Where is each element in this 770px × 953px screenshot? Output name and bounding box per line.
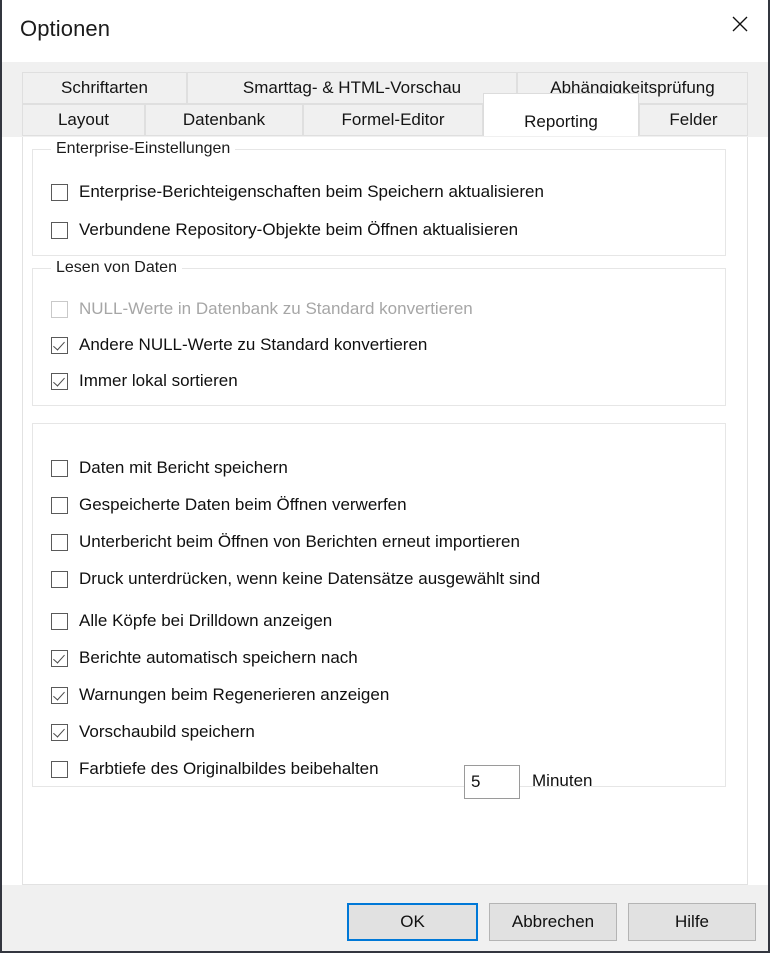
- group-allgemeine-optionen: Daten mit Bericht speichern Gespeicherte…: [32, 423, 726, 787]
- checkbox-label-verbundene-repository-objekte: Verbundene Repository-Objekte beim Öffne…: [79, 220, 519, 239]
- group-legend-enterprise: Enterprise-Einstellungen: [51, 140, 236, 158]
- checkbox-row-gespeicherte-daten-verwerfen[interactable]: Gespeicherte Daten beim Öffnen verwerfen: [51, 493, 407, 517]
- checkbox-label-vorschaubild-speichern: Vorschaubild speichern: [79, 722, 255, 741]
- checkbox-vorschaubild-speichern[interactable]: [51, 723, 68, 741]
- checkbox-row-andere-null-werte[interactable]: Andere NULL-Werte zu Standard konvertier…: [51, 333, 427, 357]
- tab-formel-editor[interactable]: Formel-Editor: [303, 104, 483, 136]
- checkbox-row-immer-lokal-sortieren[interactable]: Immer lokal sortieren: [51, 369, 238, 393]
- checkbox-row-unterbericht-erneut-importieren[interactable]: Unterbericht beim Öffnen von Berichten e…: [51, 530, 520, 554]
- group-enterprise-einstellungen: Enterprise-Einstellungen Enterprise-Beri…: [32, 140, 726, 256]
- checkbox-null-werte-datenbank: [51, 300, 68, 318]
- cancel-button[interactable]: Abbrechen: [489, 903, 617, 941]
- checkbox-row-enterprise-berichteigenschaften[interactable]: Enterprise-Berichteigenschaften beim Spe…: [51, 180, 544, 204]
- tab-row-top: Schriftarten Smarttag- & HTML-Vorschau A…: [2, 72, 768, 104]
- checkbox-unterbericht-erneut-importieren[interactable]: [51, 533, 68, 551]
- tab-schriftarten[interactable]: Schriftarten: [22, 72, 187, 104]
- checkbox-enterprise-berichteigenschaften[interactable]: [51, 183, 68, 201]
- checkbox-row-null-werte-datenbank: NULL-Werte in Datenbank zu Standard konv…: [51, 297, 473, 321]
- checkbox-druck-unterdruecken[interactable]: [51, 570, 68, 588]
- tab-reporting[interactable]: Reporting: [483, 93, 639, 136]
- checkbox-row-farbtiefe-beibehalten[interactable]: Farbtiefe des Originalbildes beibehalten: [51, 757, 379, 781]
- checkbox-andere-null-werte[interactable]: [51, 336, 68, 354]
- checkbox-label-alle-koepfe-drilldown: Alle Köpfe bei Drilldown anzeigen: [79, 611, 333, 630]
- checkbox-row-berichte-automatisch-speichern[interactable]: Berichte automatisch speichern nach: [51, 646, 358, 670]
- checkbox-label-farbtiefe-beibehalten: Farbtiefe des Originalbildes beibehalten: [79, 759, 379, 778]
- checkbox-label-immer-lokal-sortieren: Immer lokal sortieren: [79, 371, 238, 390]
- checkbox-row-alle-koepfe-drilldown[interactable]: Alle Köpfe bei Drilldown anzeigen: [51, 609, 332, 633]
- checkbox-label-unterbericht-erneut-importieren: Unterbericht beim Öffnen von Berichten e…: [79, 532, 520, 551]
- checkbox-row-druck-unterdruecken[interactable]: Druck unterdrücken, wenn keine Datensätz…: [51, 567, 540, 591]
- checkbox-daten-mit-bericht-speichern[interactable]: [51, 459, 68, 477]
- dialog-footer: OK Abbrechen Hilfe: [2, 885, 768, 951]
- checkbox-label-null-werte-datenbank: NULL-Werte in Datenbank zu Standard konv…: [79, 299, 473, 318]
- checkbox-label-berichte-automatisch-speichern: Berichte automatisch speichern nach: [79, 648, 358, 667]
- checkbox-row-verbundene-repository-objekte[interactable]: Verbundene Repository-Objekte beim Öffne…: [51, 218, 518, 242]
- group-lesen-von-daten: Lesen von Daten NULL-Werte in Datenbank …: [32, 259, 726, 406]
- checkbox-farbtiefe-beibehalten[interactable]: [51, 760, 68, 778]
- checkbox-label-daten-mit-bericht-speichern: Daten mit Bericht speichern: [79, 458, 288, 477]
- tab-datenbank[interactable]: Datenbank: [145, 104, 303, 136]
- checkbox-warnungen-regenerieren[interactable]: [51, 686, 68, 704]
- page-title: Optionen: [20, 16, 111, 41]
- checkbox-label-enterprise-berichteigenschaften: Enterprise-Berichteigenschaften beim Spe…: [79, 182, 544, 201]
- autosave-minutes-unit-label: Minuten: [532, 771, 593, 790]
- help-button[interactable]: Hilfe: [628, 903, 756, 941]
- checkbox-gespeicherte-daten-verwerfen[interactable]: [51, 496, 68, 514]
- checkbox-label-andere-null-werte: Andere NULL-Werte zu Standard konvertier…: [79, 335, 428, 354]
- checkbox-label-druck-unterdruecken: Druck unterdrücken, wenn keine Datensätz…: [79, 569, 541, 588]
- title-bar: Optionen: [2, 0, 768, 62]
- ok-button[interactable]: OK: [347, 903, 478, 941]
- close-icon[interactable]: [712, 0, 768, 48]
- tab-row-bottom: Layout Datenbank Formel-Editor Reporting…: [2, 93, 768, 136]
- checkbox-verbundene-repository-objekte[interactable]: [51, 221, 68, 239]
- checkbox-row-vorschaubild-speichern[interactable]: Vorschaubild speichern: [51, 720, 255, 744]
- tab-felder[interactable]: Felder: [639, 104, 748, 136]
- checkbox-label-warnungen-regenerieren: Warnungen beim Regenerieren anzeigen: [79, 685, 390, 704]
- autosave-minutes-input[interactable]: [464, 765, 520, 799]
- options-dialog: Optionen Schriftarten Smarttag- & HTML-V…: [0, 0, 770, 953]
- checkbox-immer-lokal-sortieren[interactable]: [51, 372, 68, 390]
- tab-smarttag-html-vorschau[interactable]: Smarttag- & HTML-Vorschau: [187, 72, 517, 104]
- tab-strip: Schriftarten Smarttag- & HTML-Vorschau A…: [2, 62, 768, 137]
- tab-panel-reporting: Enterprise-Einstellungen Enterprise-Beri…: [22, 137, 748, 885]
- tab-layout[interactable]: Layout: [22, 104, 145, 136]
- checkbox-label-gespeicherte-daten-verwerfen: Gespeicherte Daten beim Öffnen verwerfen: [79, 495, 407, 514]
- group-legend-lesen-von-daten: Lesen von Daten: [51, 259, 182, 277]
- checkbox-alle-koepfe-drilldown[interactable]: [51, 612, 68, 630]
- checkbox-berichte-automatisch-speichern[interactable]: [51, 649, 68, 667]
- checkbox-row-warnungen-regenerieren[interactable]: Warnungen beim Regenerieren anzeigen: [51, 683, 389, 707]
- checkbox-row-daten-mit-bericht-speichern[interactable]: Daten mit Bericht speichern: [51, 456, 288, 480]
